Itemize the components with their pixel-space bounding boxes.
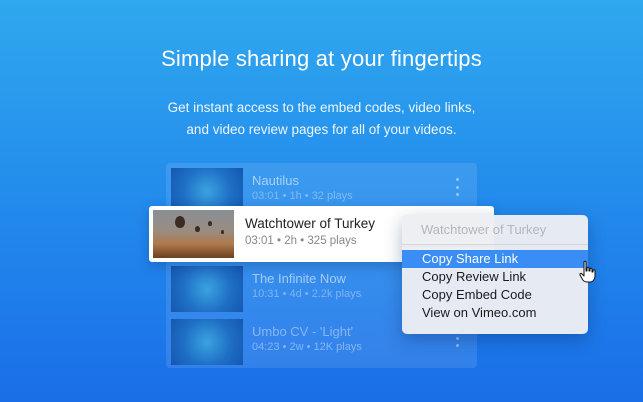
- video-title: Umbo CV - 'Light': [252, 324, 354, 339]
- menu-item-view-on-vimeo[interactable]: View on Vimeo.com: [402, 304, 588, 322]
- video-title: Nautilus: [252, 173, 299, 188]
- video-title: Watchtower of Turkey: [245, 216, 376, 231]
- more-options-icon[interactable]: [455, 178, 459, 196]
- menu-separator: [402, 244, 588, 245]
- menu-item-copy-review-link[interactable]: Copy Review Link: [402, 268, 588, 286]
- menu-item-copy-embed-code[interactable]: Copy Embed Code: [402, 286, 588, 304]
- video-meta: 03:01 • 1h • 32 plays: [252, 190, 353, 202]
- video-thumbnail: [153, 210, 234, 258]
- page-subtitle: Get instant access to the embed codes, v…: [0, 97, 643, 141]
- menu-separator: [402, 246, 588, 247]
- video-title: The Infinite Now: [252, 271, 346, 286]
- page-headline: Simple sharing at your fingertips: [161, 46, 482, 71]
- context-menu-header: Watchtower of Turkey: [421, 222, 547, 237]
- subtitle-line-1: Get instant access to the embed codes, v…: [167, 100, 476, 115]
- video-meta: 04:23 • 2w • 12K plays: [252, 341, 362, 353]
- video-meta: 03:01 • 2h • 325 plays: [245, 235, 357, 247]
- context-menu: Watchtower of Turkey Copy Share Link Cop…: [402, 215, 588, 334]
- video-thumbnail: [171, 266, 243, 312]
- video-thumbnail: [171, 319, 243, 365]
- video-meta: 10:31 • 4d • 2.2k plays: [252, 288, 362, 300]
- subtitle-line-2: and video review pages for all of your v…: [186, 122, 457, 137]
- hand-pointer-icon: [579, 260, 596, 283]
- menu-item-copy-share-link[interactable]: Copy Share Link: [402, 250, 588, 268]
